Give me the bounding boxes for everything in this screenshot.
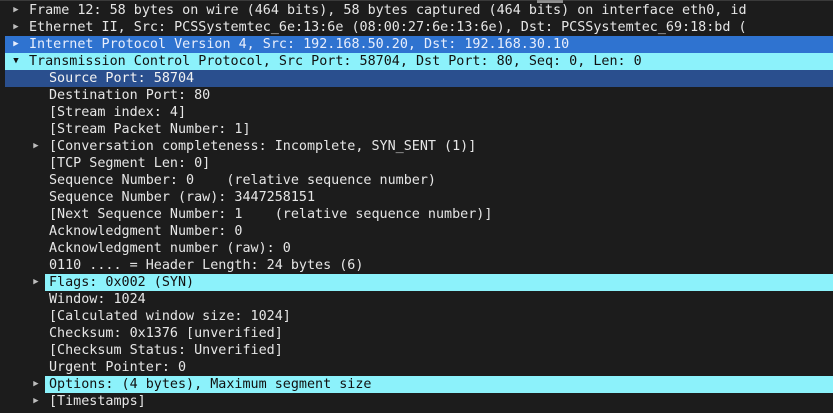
tree-row-frame[interactable]: ▶ Frame 12: 58 bytes on wire (464 bits),… (0, 2, 833, 19)
packet-details-tree: ▶ Frame 12: 58 bytes on wire (464 bits),… (0, 2, 833, 410)
triangle-right-icon[interactable]: ▶ (30, 274, 42, 291)
triangle-right-icon[interactable]: ▶ (30, 393, 42, 410)
tree-row-flags[interactable]: ▶ Flags: 0x002 (SYN) (0, 274, 833, 291)
tree-row-sequence-number-raw[interactable]: Sequence Number (raw): 3447258151 (0, 189, 833, 206)
tree-row-label: Destination Port: 80 (49, 88, 211, 103)
tree-row-ethernet[interactable]: ▶ Ethernet II, Src: PCSSystemtec_6e:13:6… (0, 19, 833, 36)
tree-row-window[interactable]: Window: 1024 (0, 291, 833, 308)
horizontal-scroll-track (0, 0, 833, 1)
tree-row-calculated-window-size[interactable]: [Calculated window size: 1024] (0, 308, 833, 325)
tree-row-label: Transmission Control Protocol, Src Port:… (29, 54, 642, 69)
tree-row-label: Checksum: 0x1376 [unverified] (49, 326, 283, 341)
triangle-right-icon[interactable]: ▶ (10, 19, 22, 36)
tree-row-label: Window: 1024 (49, 292, 146, 307)
tree-row-label: Acknowledgment number (raw): 0 (49, 241, 291, 256)
tree-row-header-length[interactable]: 0110 .... = Header Length: 24 bytes (6) (0, 257, 833, 274)
tree-row-label: [Timestamps] (49, 394, 146, 409)
tree-row-timestamps[interactable]: ▶ [Timestamps] (0, 393, 833, 410)
tree-row-conversation-completeness[interactable]: ▶ [Conversation completeness: Incomplete… (0, 138, 833, 155)
tree-row-label: [Stream index: 4] (49, 105, 187, 120)
tree-row-label: Source Port: 58704 (49, 71, 195, 86)
tree-row-acknowledgment-number[interactable]: Acknowledgment Number: 0 (0, 223, 833, 240)
tree-row-tcp-segment-len[interactable]: [TCP Segment Len: 0] (0, 155, 833, 172)
tree-row-stream-index[interactable]: [Stream index: 4] (0, 104, 833, 121)
triangle-right-icon[interactable]: ▶ (30, 376, 42, 393)
tree-row-next-sequence-number[interactable]: [Next Sequence Number: 1 (relative seque… (0, 206, 833, 223)
tree-row-label: [Calculated window size: 1024] (49, 309, 291, 324)
tree-row-label: [Stream Packet Number: 1] (49, 122, 251, 137)
tree-row-sequence-number[interactable]: Sequence Number: 0 (relative sequence nu… (0, 172, 833, 189)
tree-row-label: Ethernet II, Src: PCSSystemtec_6e:13:6e … (29, 20, 747, 35)
tree-row-label: Frame 12: 58 bytes on wire (464 bits), 5… (29, 3, 747, 18)
triangle-right-icon[interactable]: ▶ (10, 36, 22, 53)
tree-row-label: [Checksum Status: Unverified] (49, 343, 283, 358)
tree-row-ipv4[interactable]: ▶ Internet Protocol Version 4, Src: 192.… (0, 36, 833, 53)
tree-row-label: Sequence Number (raw): 3447258151 (49, 190, 316, 205)
tree-row-acknowledgment-number-raw[interactable]: Acknowledgment number (raw): 0 (0, 240, 833, 257)
triangle-down-icon[interactable]: ▼ (10, 53, 22, 70)
tree-row-checksum-status[interactable]: [Checksum Status: Unverified] (0, 342, 833, 359)
tree-row-stream-packet-number[interactable]: [Stream Packet Number: 1] (0, 121, 833, 138)
tree-row-label: Sequence Number: 0 (relative sequence nu… (49, 173, 436, 188)
tree-row-label: Flags: 0x002 (SYN) (49, 275, 195, 290)
tree-row-checksum[interactable]: Checksum: 0x1376 [unverified] (0, 325, 833, 342)
tree-row-label: Acknowledgment Number: 0 (49, 224, 243, 239)
tree-row-label: 0110 .... = Header Length: 24 bytes (6) (49, 258, 364, 273)
tree-row-urgent-pointer[interactable]: Urgent Pointer: 0 (0, 359, 833, 376)
tree-row-tcp[interactable]: ▼ Transmission Control Protocol, Src Por… (0, 53, 833, 70)
tree-row-label: [Next Sequence Number: 1 (relative seque… (49, 207, 493, 222)
triangle-right-icon[interactable]: ▶ (10, 2, 22, 19)
tree-row-label: [TCP Segment Len: 0] (49, 156, 211, 171)
triangle-right-icon[interactable]: ▶ (30, 138, 42, 155)
tree-row-destination-port[interactable]: Destination Port: 80 (0, 87, 833, 104)
tree-row-label: [Conversation completeness: Incomplete, … (49, 139, 477, 154)
tree-row-source-port[interactable]: Source Port: 58704 (0, 70, 833, 87)
tree-row-options[interactable]: ▶ Options: (4 bytes), Maximum segment si… (0, 376, 833, 393)
tree-row-label: Internet Protocol Version 4, Src: 192.16… (29, 37, 570, 52)
tree-row-label: Urgent Pointer: 0 (49, 360, 187, 375)
tree-row-label: Options: (4 bytes), Maximum segment size (49, 377, 372, 392)
